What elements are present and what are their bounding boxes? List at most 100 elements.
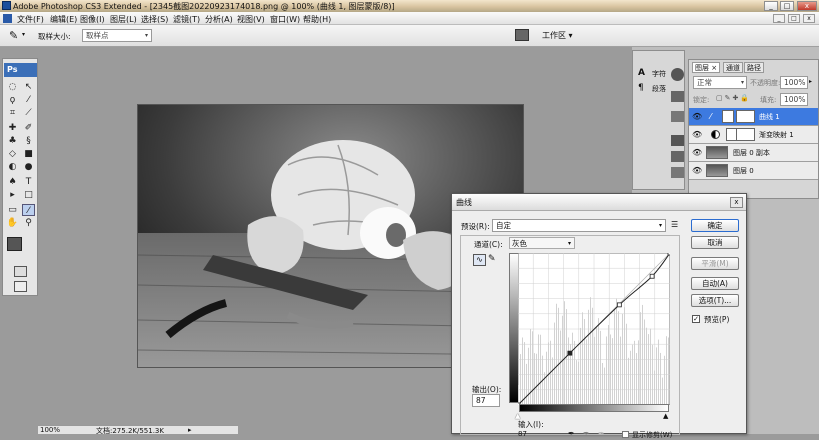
eyedropper-tool-icon[interactable]: ⁄	[22, 204, 35, 216]
dialog-close-icon[interactable]: x	[730, 197, 743, 208]
ok-button[interactable]: 确定	[691, 219, 739, 232]
healing-brush-icon[interactable]: ✚	[6, 122, 19, 134]
menu-help[interactable]: 帮助(H)	[303, 14, 331, 25]
gradient-tool-icon[interactable]: ■	[22, 148, 35, 160]
fill-label: 填充:	[760, 96, 777, 104]
visibility-eye-icon[interactable]: 👁	[692, 112, 702, 121]
styles-icon[interactable]	[671, 167, 684, 178]
slice-tool-icon[interactable]: ⟋	[22, 107, 35, 119]
show-clipping-checkbox[interactable]	[622, 431, 629, 438]
visibility-eye-icon[interactable]: 👁	[692, 148, 702, 157]
cancel-button[interactable]: 取消	[691, 236, 739, 249]
menu-window[interactable]: 窗口(W)	[270, 14, 300, 25]
history-brush-icon[interactable]: §	[22, 135, 35, 147]
curve-point-tool-icon[interactable]: ∿	[473, 254, 486, 266]
blur-tool-icon[interactable]: ◐	[6, 161, 19, 173]
tool-preset-chevron-icon[interactable]: ▾	[22, 31, 25, 38]
sample-size-select[interactable]: 取样点 ▾	[82, 29, 152, 42]
eraser-tool-icon[interactable]: ◇	[6, 148, 19, 160]
pen-tool-icon[interactable]: ♠	[6, 176, 19, 188]
path-select-icon[interactable]: ▸	[6, 189, 19, 201]
layer-row-layer0-copy[interactable]: 👁 图层 0 副本	[689, 144, 818, 162]
tab-channels[interactable]: 通道	[723, 62, 743, 73]
options-button[interactable]: 选项(T)...	[691, 294, 739, 307]
menu-view[interactable]: 视图(V)	[237, 14, 265, 25]
menu-layer[interactable]: 图层(L)	[110, 14, 137, 25]
input-value-field[interactable]: 87	[518, 430, 527, 438]
paragraph-panel-label[interactable]: 段落	[652, 84, 666, 94]
auto-button[interactable]: 自动(A)	[691, 277, 739, 290]
zoom-level[interactable]: 100%	[40, 426, 60, 434]
character-icon[interactable]: A	[638, 68, 645, 78]
character-panel-label[interactable]: 字符	[652, 69, 666, 79]
preset-select[interactable]: 自定 ▾	[492, 219, 666, 232]
swatches-icon[interactable]	[671, 151, 684, 162]
navigator-icon[interactable]	[671, 111, 684, 122]
doc-restore-button[interactable]: □	[788, 14, 800, 23]
zoom-tool-icon[interactable]: ⚲	[22, 217, 35, 229]
opacity-arrow-icon[interactable]: ▸	[809, 78, 812, 85]
status-menu-arrow-icon[interactable]: ▸	[188, 426, 192, 434]
curve-control-point[interactable]	[567, 350, 573, 356]
tab-paths[interactable]: 路径	[744, 62, 764, 73]
visibility-eye-icon[interactable]: 👁	[692, 166, 702, 175]
hand-tool-icon[interactable]: ✋	[6, 217, 19, 229]
clone-stamp-icon[interactable]: ♣	[6, 135, 19, 147]
layer-mask-thumb[interactable]	[736, 110, 755, 123]
layer-row-curves[interactable]: 👁 ⁄ 曲线 1	[689, 108, 818, 126]
minimize-button[interactable]: _	[764, 1, 778, 11]
marquee-tool-icon[interactable]: ◌	[6, 81, 19, 93]
layer-mask-thumb[interactable]	[736, 128, 755, 141]
screen-mode-icon[interactable]	[14, 281, 27, 292]
opacity-input[interactable]: 100%	[780, 76, 808, 89]
lasso-tool-icon[interactable]: ϙ	[6, 94, 19, 106]
smooth-button[interactable]: 平滑(M)	[691, 257, 739, 270]
quick-mask-icon[interactable]	[14, 266, 27, 277]
fill-input[interactable]: 100%	[780, 93, 808, 106]
preview-checkbox[interactable]: ✓	[692, 315, 700, 323]
type-tool-icon[interactable]: T	[22, 176, 35, 188]
curve-control-point[interactable]	[649, 273, 655, 279]
info-icon[interactable]	[671, 68, 684, 81]
tab-layers[interactable]: 图层 ×	[692, 62, 721, 73]
menu-analysis[interactable]: 分析(A)	[205, 14, 233, 25]
close-button[interactable]: x	[797, 1, 817, 11]
doc-close-button[interactable]: x	[803, 14, 815, 23]
menu-select[interactable]: 选择(S)	[141, 14, 168, 25]
move-tool-icon[interactable]: ↖	[22, 81, 35, 93]
ps-menu-icon[interactable]	[3, 14, 12, 23]
doc-minimize-button[interactable]: _	[773, 14, 785, 23]
workspace-menu[interactable]: 工作区 ▾	[542, 30, 573, 41]
curve-control-point[interactable]	[667, 253, 670, 256]
paragraph-icon[interactable]: ¶	[638, 83, 644, 93]
histogram-icon[interactable]	[671, 91, 684, 102]
preset-options-icon[interactable]: ☰	[671, 220, 678, 229]
pencil-tool-icon[interactable]: ✎	[488, 254, 496, 264]
maximize-button[interactable]: □	[780, 1, 794, 11]
layer-name: 图层 0	[733, 167, 754, 175]
channel-select[interactable]: 灰色 ▾	[509, 237, 575, 249]
bridge-icon[interactable]	[515, 29, 529, 41]
layer-row-gradient-map[interactable]: 👁 渐变映射 1	[689, 126, 818, 144]
eyedropper-icon[interactable]: ✎	[9, 29, 18, 42]
output-value-field[interactable]: 87	[472, 394, 500, 407]
notes-tool-icon[interactable]: ▭	[6, 204, 19, 216]
menu-file[interactable]: 文件(F)	[17, 14, 44, 25]
layer-row-layer0[interactable]: 👁 图层 0	[689, 162, 818, 180]
color-icon[interactable]	[671, 135, 684, 146]
dodge-tool-icon[interactable]: ●	[22, 161, 35, 173]
magic-wand-icon[interactable]: ⁄	[22, 94, 35, 106]
crop-tool-icon[interactable]: ⌗	[6, 107, 19, 119]
menu-filter[interactable]: 滤镜(T)	[173, 14, 200, 25]
lock-icons[interactable]: ▢✎✚🔒	[716, 94, 751, 102]
blend-mode-select[interactable]: 正常 ▾	[693, 76, 747, 89]
shape-tool-icon[interactable]: □	[22, 189, 35, 201]
brush-tool-icon[interactable]: ✐	[22, 122, 35, 134]
curve-control-point[interactable]	[616, 302, 622, 308]
menu-image[interactable]: 图像(I)	[80, 14, 105, 25]
visibility-eye-icon[interactable]: 👁	[692, 130, 702, 139]
curve-graph[interactable]	[518, 253, 670, 405]
menu-edit[interactable]: 编辑(E)	[50, 14, 77, 25]
foreground-color-swatch[interactable]	[7, 237, 22, 251]
white-point-slider-icon[interactable]: ▲	[663, 412, 668, 420]
